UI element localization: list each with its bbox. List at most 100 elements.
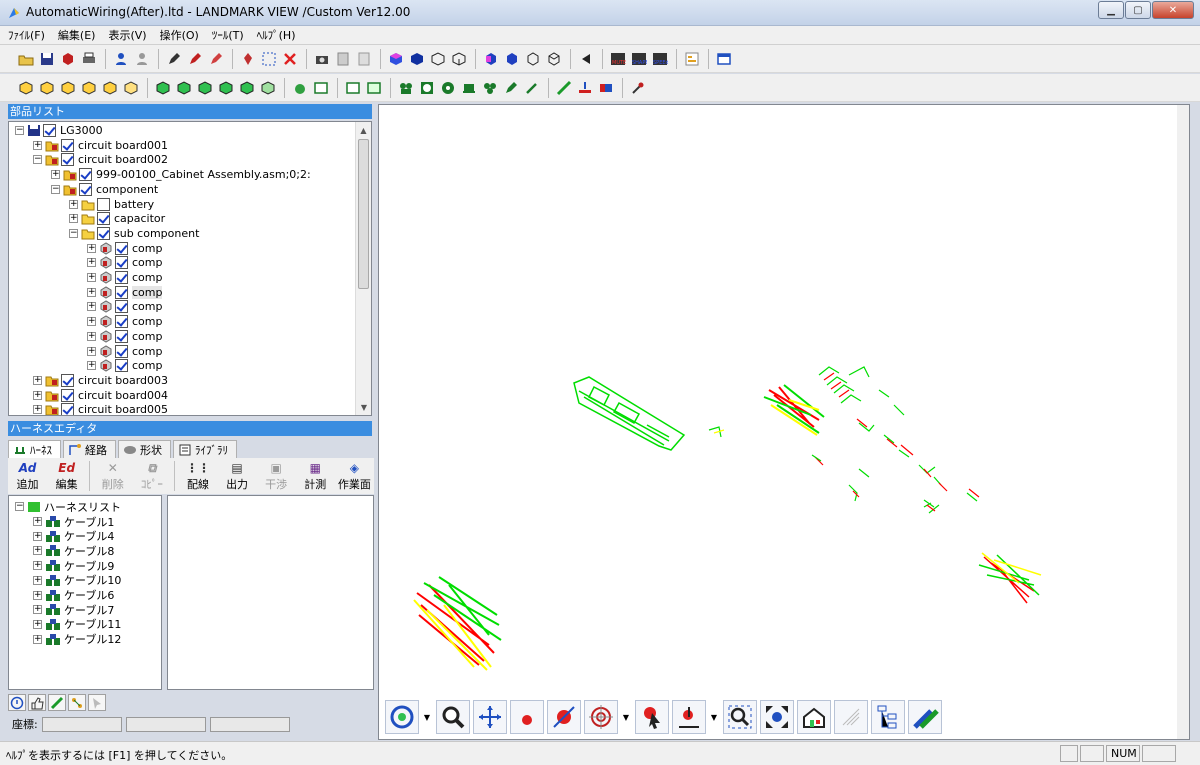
menu-edit[interactable]: 編集(E) xyxy=(58,27,96,43)
cable-item[interactable]: + ケーブル4 xyxy=(33,529,114,544)
visibility-checkbox[interactable] xyxy=(115,315,128,329)
wand-icon[interactable] xyxy=(522,78,541,97)
expand-icon[interactable]: + xyxy=(33,605,42,615)
wiring-button[interactable]: ⋮⋮ 配線 xyxy=(178,461,217,492)
expand-icon[interactable]: + xyxy=(69,214,78,224)
expand-icon[interactable]: + xyxy=(33,590,42,600)
view-front-icon[interactable] xyxy=(481,49,500,68)
tree-item[interactable]: + circuit board005 xyxy=(33,402,168,415)
delete-button[interactable]: ✕ 削除 xyxy=(93,461,132,492)
route-mode-icon[interactable] xyxy=(48,694,66,711)
select-box-icon[interactable] xyxy=(259,49,278,68)
clock-icon[interactable] xyxy=(417,78,436,97)
cube-green2-icon[interactable] xyxy=(174,78,193,97)
expand-icon[interactable]: + xyxy=(87,287,96,297)
visibility-checkbox[interactable] xyxy=(115,300,128,314)
cube-color-icon[interactable] xyxy=(386,49,405,68)
visibility-checkbox[interactable] xyxy=(97,197,110,211)
tree-item[interactable]: − sub component xyxy=(69,226,199,241)
board-icon[interactable] xyxy=(311,78,330,97)
grid-icon[interactable] xyxy=(834,700,868,734)
tree-item[interactable]: + comp xyxy=(87,358,162,373)
film-icon[interactable] xyxy=(396,78,415,97)
tree-item[interactable]: − LG3000 xyxy=(15,123,103,138)
camera-icon[interactable] xyxy=(312,49,331,68)
pointer-gray-icon[interactable] xyxy=(88,694,106,711)
pan-icon[interactable] xyxy=(473,700,507,734)
merge-icon[interactable] xyxy=(596,78,615,97)
cube-green6-icon[interactable] xyxy=(258,78,277,97)
menu-view[interactable]: 表示(V) xyxy=(108,27,146,43)
add-button[interactable]: Ad 追加 xyxy=(8,461,47,492)
menu-operation[interactable]: 操作(O) xyxy=(160,27,199,43)
cable-item[interactable]: + ケーブル1 xyxy=(33,514,114,529)
harness-list-root[interactable]: − ハーネスリスト xyxy=(15,499,121,514)
speed-icon[interactable]: SPEEd xyxy=(650,49,669,68)
visibility-checkbox[interactable] xyxy=(61,403,74,415)
expand-icon[interactable]: + xyxy=(33,140,42,150)
tree-item[interactable]: + comp xyxy=(87,270,162,285)
maximize-button[interactable]: ▢ xyxy=(1125,1,1151,19)
zoom-window-icon[interactable] xyxy=(723,700,757,734)
cable-item[interactable]: + ケーブル7 xyxy=(33,602,114,617)
tree-item[interactable]: + comp xyxy=(87,285,163,300)
print-icon[interactable] xyxy=(79,49,98,68)
cube-red-icon[interactable] xyxy=(58,49,77,68)
tree-item[interactable]: + battery xyxy=(69,197,154,212)
tree-layout-icon[interactable] xyxy=(871,700,905,734)
shape-icon[interactable]: SHAPE xyxy=(629,49,648,68)
3d-viewport[interactable]: ▼ ▼ ▼ xyxy=(378,104,1190,740)
collapse-icon[interactable]: − xyxy=(33,155,42,165)
collapse-icon[interactable]: − xyxy=(51,184,60,194)
menu-file[interactable]: ﾌｧｲﾙ(F) xyxy=(8,27,45,43)
cube-green4-icon[interactable] xyxy=(216,78,235,97)
tree-item[interactable]: + comp xyxy=(87,329,162,344)
marker-icon[interactable] xyxy=(238,49,257,68)
hand-icon[interactable] xyxy=(290,78,309,97)
interference-button[interactable]: ▣ 干渉 xyxy=(257,461,296,492)
visibility-checkbox[interactable] xyxy=(115,285,128,299)
zoom-icon[interactable] xyxy=(436,700,470,734)
expand-icon[interactable]: + xyxy=(33,517,42,526)
target-dropdown-icon[interactable]: ▼ xyxy=(621,700,631,734)
thumb-icon[interactable] xyxy=(28,694,46,711)
visibility-checkbox[interactable] xyxy=(61,373,74,387)
tree-item[interactable]: + comp xyxy=(87,255,162,270)
expand-icon[interactable]: + xyxy=(69,199,78,209)
tree-item[interactable]: − component xyxy=(51,182,158,197)
expand-icon[interactable]: + xyxy=(87,258,96,268)
scroll-down-icon[interactable]: ▼ xyxy=(356,399,371,415)
user-gray-icon[interactable] xyxy=(132,49,151,68)
doc-gray2-icon[interactable] xyxy=(354,49,373,68)
work-plane-button[interactable]: ◈ 作業面 xyxy=(335,461,374,492)
cube-view2-icon[interactable] xyxy=(37,78,56,97)
collapse-icon[interactable]: − xyxy=(69,228,78,238)
cube-green5-icon[interactable] xyxy=(237,78,256,97)
chair-icon[interactable] xyxy=(459,78,478,97)
visibility-checkbox[interactable] xyxy=(79,182,92,196)
place-object-icon[interactable] xyxy=(672,700,706,734)
cube-view4-icon[interactable] xyxy=(79,78,98,97)
pen-red-icon[interactable] xyxy=(185,49,204,68)
open-icon[interactable] xyxy=(16,49,35,68)
cube-view6-icon[interactable] xyxy=(121,78,140,97)
cable-item[interactable]: + ケーブル12 xyxy=(33,632,121,647)
expand-icon[interactable]: + xyxy=(33,546,42,556)
expand-icon[interactable]: + xyxy=(33,405,42,415)
menu-tools[interactable]: ﾂｰﾙ(T) xyxy=(212,27,244,43)
expand-icon[interactable]: + xyxy=(33,575,42,585)
user-icon[interactable] xyxy=(111,49,130,68)
visibility-checkbox[interactable] xyxy=(61,153,74,167)
tree-item[interactable]: +999-00100_Cabinet Assembly.asm;0;2: xyxy=(51,167,311,182)
gear-icon[interactable] xyxy=(438,78,457,97)
mute-icon[interactable]: MUTE xyxy=(608,49,627,68)
settings-tool-icon[interactable] xyxy=(628,78,647,97)
cube-view5-icon[interactable] xyxy=(100,78,119,97)
tree-item[interactable]: + capacitor xyxy=(69,211,165,226)
tree-item[interactable]: + comp xyxy=(87,241,162,256)
tab-harness[interactable]: ﾊｰﾈｽ xyxy=(8,440,61,458)
tree-item[interactable]: + comp xyxy=(87,314,162,329)
cube-view1-icon[interactable] xyxy=(16,78,35,97)
expand-icon[interactable]: + xyxy=(51,170,60,180)
tree-item[interactable]: + comp xyxy=(87,344,162,359)
